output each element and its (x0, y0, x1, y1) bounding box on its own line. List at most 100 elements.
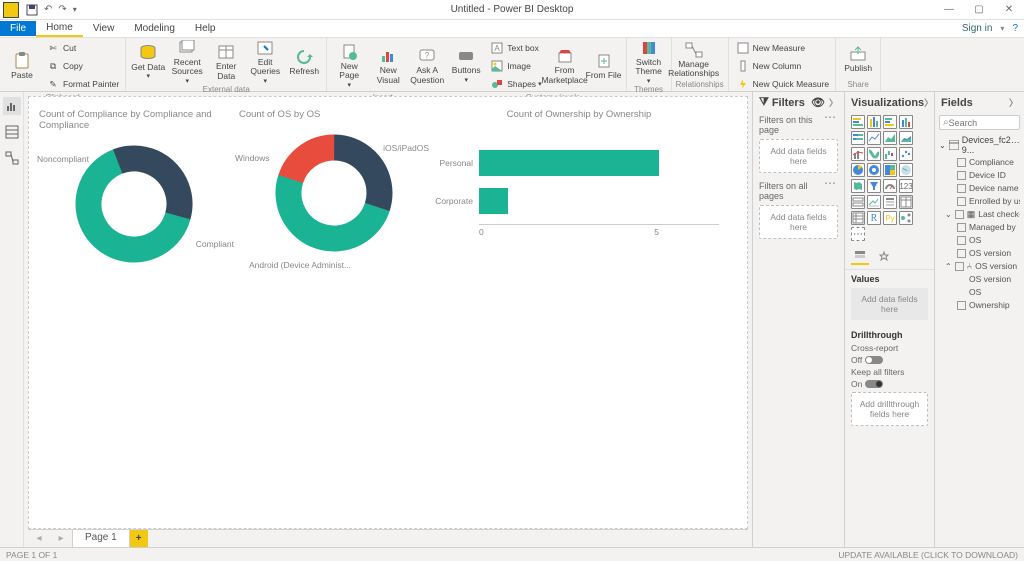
edit-queries-button[interactable]: Edit Queries▾ (247, 39, 283, 85)
field-os-child[interactable]: OS (939, 286, 1020, 299)
menu-home[interactable]: Home (36, 20, 83, 37)
field-device-id[interactable]: Device ID (939, 169, 1020, 182)
slicer-icon[interactable] (883, 195, 897, 209)
save-icon[interactable] (26, 4, 38, 16)
eye-icon[interactable]: 👁 (811, 96, 825, 109)
kpi-icon[interactable] (867, 195, 881, 209)
field-ownership[interactable]: Ownership (939, 299, 1020, 312)
more-icon[interactable]: ⋯ (822, 115, 838, 135)
drillthrough-well[interactable]: Add drillthrough fields here (851, 392, 928, 426)
chevron-down-icon[interactable]: ▾ (1000, 24, 1004, 33)
field-managed[interactable]: Managed by (939, 221, 1020, 234)
stacked-area-icon[interactable] (899, 131, 913, 145)
close-window-button[interactable]: ✕ (994, 0, 1024, 20)
scatter-icon[interactable] (899, 147, 913, 161)
table-node[interactable]: ⌄Devices_fc2320d2-9... (939, 134, 1020, 156)
new-column-button[interactable]: New Column (733, 57, 832, 75)
treemap-icon[interactable] (883, 163, 897, 177)
multi-card-icon[interactable] (851, 195, 865, 209)
textbox-button[interactable]: AText box (487, 39, 543, 57)
menu-modeling[interactable]: Modeling (124, 21, 185, 36)
stacked-bar-icon[interactable] (851, 115, 865, 129)
format-painter-button[interactable]: ✎Format Painter (43, 75, 121, 93)
values-well[interactable]: Add data fields here (851, 288, 928, 320)
menu-help[interactable]: Help (185, 21, 226, 36)
collapse-filters-icon[interactable]: 〉 (829, 96, 838, 109)
help-icon[interactable]: ? (1012, 23, 1018, 34)
field-enrolled[interactable]: Enrolled by us... (939, 195, 1020, 208)
ribbon-chart-icon[interactable] (867, 147, 881, 161)
fields-tab-icon[interactable] (851, 249, 869, 265)
redo-icon[interactable]: ↷ (58, 4, 66, 15)
manage-relationships-button[interactable]: Manage Relationships (676, 39, 712, 80)
shapes-button[interactable]: Shapes▾ (487, 75, 543, 93)
cut-button[interactable]: ✄Cut (43, 39, 121, 57)
filter-allpages-well[interactable]: Add data fields here (759, 205, 838, 239)
field-os-version-hi[interactable]: ⌃⑃OS version Hi... (939, 260, 1020, 273)
data-view-button[interactable] (3, 123, 21, 141)
page-next-button[interactable]: ▸ (50, 530, 72, 547)
field-os[interactable]: OS (939, 234, 1020, 247)
from-marketplace-button[interactable]: From Marketplace (547, 39, 583, 93)
signin-link[interactable]: Sign in (962, 23, 993, 34)
update-available-link[interactable]: UPDATE AVAILABLE (CLICK TO DOWNLOAD) (838, 550, 1018, 560)
refresh-button[interactable]: Refresh (286, 39, 322, 85)
minimize-button[interactable]: — (934, 0, 964, 20)
recent-sources-button[interactable]: Recent Sources▾ (169, 39, 205, 85)
page-tab-1[interactable]: Page 1 (72, 529, 130, 547)
visual-compliance-donut[interactable]: Count of Compliance by Compliance and Co… (39, 109, 229, 269)
clustered-bar-icon[interactable] (883, 115, 897, 129)
qat-dropdown-icon[interactable]: ▾ (73, 5, 77, 14)
fields-search-input[interactable] (949, 118, 1016, 128)
key-influencers-icon[interactable] (899, 211, 913, 225)
from-file-button[interactable]: From File (586, 39, 622, 93)
card-icon[interactable]: 123 (899, 179, 913, 193)
fields-search[interactable]: ⌕ (939, 115, 1020, 130)
clustered-column-icon[interactable] (899, 115, 913, 129)
paste-button[interactable]: Paste (4, 39, 40, 93)
buttons-button[interactable]: Buttons▾ (448, 39, 484, 93)
undo-icon[interactable]: ↶ (44, 4, 52, 15)
matrix-icon[interactable] (851, 211, 865, 225)
r-visual-icon[interactable]: R (867, 211, 881, 225)
area-chart-icon[interactable] (883, 131, 897, 145)
field-last-checkin[interactable]: ⌄▦Last check-in (939, 208, 1020, 221)
table-icon[interactable] (899, 195, 913, 209)
field-compliance[interactable]: Compliance (939, 156, 1020, 169)
new-measure-button[interactable]: New Measure (733, 39, 832, 57)
add-page-button[interactable]: + (130, 530, 148, 547)
model-view-button[interactable] (3, 149, 21, 167)
enter-data-button[interactable]: Enter Data (208, 39, 244, 85)
format-tab-icon[interactable] (875, 249, 893, 265)
ask-question-button[interactable]: ?Ask A Question (409, 39, 445, 93)
collapse-vis-icon[interactable]: 〉 (924, 96, 933, 109)
maximize-button[interactable]: ▢ (964, 0, 994, 20)
pie-icon[interactable] (851, 163, 865, 177)
hundred-bar-icon[interactable] (851, 131, 865, 145)
filter-onpage-well[interactable]: Add data fields here (759, 139, 838, 173)
new-visual-button[interactable]: New Visual (370, 39, 406, 93)
line-chart-icon[interactable] (867, 131, 881, 145)
line-column-icon[interactable] (851, 147, 865, 161)
more-icon[interactable]: ⋯ (822, 181, 838, 201)
get-data-button[interactable]: Get Data▾ (130, 39, 166, 85)
import-visual-icon[interactable]: ⋯ (851, 227, 865, 241)
field-os-version[interactable]: OS version (939, 247, 1020, 260)
report-canvas[interactable]: Count of Compliance by Compliance and Co… (28, 96, 748, 529)
stacked-column-icon[interactable] (867, 115, 881, 129)
map-icon[interactable] (899, 163, 913, 177)
visual-ownership-bar[interactable]: Count of Ownership by Ownership Personal… (429, 109, 729, 237)
image-button[interactable]: Image (487, 57, 543, 75)
field-device-name[interactable]: Device name (939, 182, 1020, 195)
switch-theme-button[interactable]: Switch Theme▾ (631, 39, 667, 85)
page-prev-button[interactable]: ◂ (28, 530, 50, 547)
collapse-fields-icon[interactable]: 〉 (1009, 96, 1018, 109)
new-quick-measure-button[interactable]: New Quick Measure (733, 75, 832, 93)
keep-filters-toggle[interactable] (865, 380, 883, 388)
py-visual-icon[interactable]: Py (883, 211, 897, 225)
donut-icon[interactable] (867, 163, 881, 177)
copy-button[interactable]: ⧉Copy (43, 57, 121, 75)
gauge-icon[interactable] (883, 179, 897, 193)
filled-map-icon[interactable] (851, 179, 865, 193)
funnel-icon[interactable] (867, 179, 881, 193)
